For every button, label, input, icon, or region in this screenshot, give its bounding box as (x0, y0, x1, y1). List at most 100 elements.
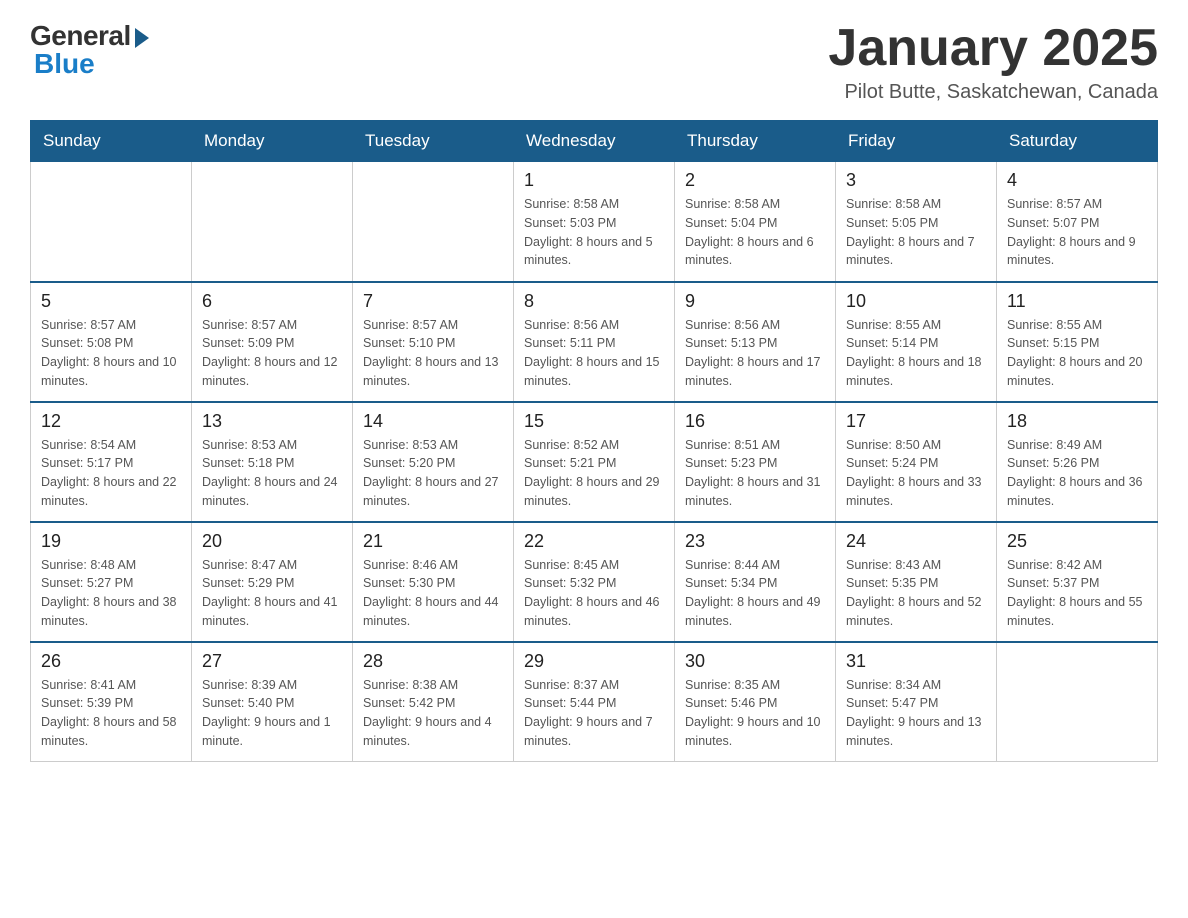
day-info: Sunrise: 8:35 AM Sunset: 5:46 PM Dayligh… (685, 676, 825, 751)
calendar-cell: 19Sunrise: 8:48 AM Sunset: 5:27 PM Dayli… (31, 522, 192, 642)
day-number: 30 (685, 651, 825, 672)
calendar-cell: 17 Sunrise: 8:50 AM Sunset: 5:24 PM Dayli… (836, 402, 997, 522)
day-number: 12 (41, 411, 181, 432)
calendar-cell: 14 Sunrise: 8:53 AM Sunset: 5:20 PM Dayli… (353, 402, 514, 522)
day-info: Sunrise: 8:52 AM Sunset: 5:21 PM Dayligh… (524, 436, 664, 511)
day-number: 24 (846, 531, 986, 552)
calendar-cell (997, 642, 1158, 762)
day-number: 16 (685, 411, 825, 432)
calendar-cell: 5 Sunrise: 8:57 AM Sunset: 5:08 PM Daylig… (31, 282, 192, 402)
day-number: 19 (41, 531, 181, 552)
calendar-cell: 3 Sunrise: 8:58 AM Sunset: 5:05 PM Daylig… (836, 162, 997, 282)
day-info: Sunrise: 8:57 AM Sunset: 5:09 PM Dayligh… (202, 316, 342, 391)
day-number: 11 (1007, 291, 1147, 312)
day-number: 9 (685, 291, 825, 312)
calendar-cell: 31Sunrise: 8:34 AM Sunset: 5:47 PM Dayli… (836, 642, 997, 762)
day-info: Sunrise: 8:49 AM Sunset: 5:26 PM Dayligh… (1007, 436, 1147, 511)
day-info: Sunrise: 8:57 AM Sunset: 5:10 PM Dayligh… (363, 316, 503, 391)
day-info: Sunrise: 8:58 AM Sunset: 5:03 PM Dayligh… (524, 195, 664, 270)
weekday-header-saturday: Saturday (997, 121, 1158, 162)
calendar-cell (192, 162, 353, 282)
title-block: January 2025 Pilot Butte, Saskatchewan, … (828, 20, 1158, 104)
day-number: 25 (1007, 531, 1147, 552)
day-info: Sunrise: 8:58 AM Sunset: 5:05 PM Dayligh… (846, 195, 986, 270)
day-info: Sunrise: 8:42 AM Sunset: 5:37 PM Dayligh… (1007, 556, 1147, 631)
weekday-header-thursday: Thursday (675, 121, 836, 162)
day-info: Sunrise: 8:56 AM Sunset: 5:13 PM Dayligh… (685, 316, 825, 391)
day-number: 3 (846, 170, 986, 191)
day-info: Sunrise: 8:44 AM Sunset: 5:34 PM Dayligh… (685, 556, 825, 631)
day-info: Sunrise: 8:46 AM Sunset: 5:30 PM Dayligh… (363, 556, 503, 631)
calendar-cell: 16Sunrise: 8:51 AM Sunset: 5:23 PM Dayli… (675, 402, 836, 522)
day-number: 29 (524, 651, 664, 672)
day-info: Sunrise: 8:57 AM Sunset: 5:07 PM Dayligh… (1007, 195, 1147, 270)
weekday-header-sunday: Sunday (31, 121, 192, 162)
day-info: Sunrise: 8:55 AM Sunset: 5:14 PM Dayligh… (846, 316, 986, 391)
day-number: 5 (41, 291, 181, 312)
day-number: 27 (202, 651, 342, 672)
day-number: 22 (524, 531, 664, 552)
calendar-cell: 21 Sunrise: 8:46 AM Sunset: 5:30 PM Dayli… (353, 522, 514, 642)
day-number: 28 (363, 651, 503, 672)
day-info: Sunrise: 8:50 AM Sunset: 5:24 PM Dayligh… (846, 436, 986, 511)
calendar-cell (353, 162, 514, 282)
day-info: Sunrise: 8:45 AM Sunset: 5:32 PM Dayligh… (524, 556, 664, 631)
calendar-cell: 22 Sunrise: 8:45 AM Sunset: 5:32 PM Dayli… (514, 522, 675, 642)
calendar-cell: 1 Sunrise: 8:58 AM Sunset: 5:03 PM Daylig… (514, 162, 675, 282)
day-info: Sunrise: 8:53 AM Sunset: 5:20 PM Dayligh… (363, 436, 503, 511)
calendar-body: 1 Sunrise: 8:58 AM Sunset: 5:03 PM Daylig… (31, 162, 1158, 762)
calendar-cell: 2 Sunrise: 8:58 AM Sunset: 5:04 PM Daylig… (675, 162, 836, 282)
weekday-header-tuesday: Tuesday (353, 121, 514, 162)
day-number: 20 (202, 531, 342, 552)
calendar-cell: 28 Sunrise: 8:38 AM Sunset: 5:42 PM Dayli… (353, 642, 514, 762)
day-number: 23 (685, 531, 825, 552)
calendar-cell: 25 Sunrise: 8:42 AM Sunset: 5:37 PM Dayli… (997, 522, 1158, 642)
calendar-table: SundayMondayTuesdayWednesdayThursdayFrid… (30, 120, 1158, 762)
calendar-cell: 20 Sunrise: 8:47 AM Sunset: 5:29 PM Dayli… (192, 522, 353, 642)
day-info: Sunrise: 8:58 AM Sunset: 5:04 PM Dayligh… (685, 195, 825, 270)
day-number: 26 (41, 651, 181, 672)
day-number: 21 (363, 531, 503, 552)
day-info: Sunrise: 8:57 AM Sunset: 5:08 PM Dayligh… (41, 316, 181, 391)
calendar-cell: 10 Sunrise: 8:55 AM Sunset: 5:14 PM Dayli… (836, 282, 997, 402)
day-number: 17 (846, 411, 986, 432)
calendar-week-2: 5 Sunrise: 8:57 AM Sunset: 5:08 PM Daylig… (31, 282, 1158, 402)
day-number: 4 (1007, 170, 1147, 191)
weekday-header-monday: Monday (192, 121, 353, 162)
page-header: General Blue January 2025 Pilot Butte, S… (30, 20, 1158, 104)
weekday-header-wednesday: Wednesday (514, 121, 675, 162)
calendar-cell: 7Sunrise: 8:57 AM Sunset: 5:10 PM Daylig… (353, 282, 514, 402)
calendar-title: January 2025 (828, 20, 1158, 77)
calendar-cell (31, 162, 192, 282)
calendar-cell: 24Sunrise: 8:43 AM Sunset: 5:35 PM Dayli… (836, 522, 997, 642)
logo-blue-text: Blue (34, 48, 95, 80)
weekday-header-friday: Friday (836, 121, 997, 162)
day-info: Sunrise: 8:56 AM Sunset: 5:11 PM Dayligh… (524, 316, 664, 391)
day-number: 2 (685, 170, 825, 191)
logo: General Blue (30, 20, 149, 80)
day-info: Sunrise: 8:38 AM Sunset: 5:42 PM Dayligh… (363, 676, 503, 751)
day-info: Sunrise: 8:39 AM Sunset: 5:40 PM Dayligh… (202, 676, 342, 751)
day-info: Sunrise: 8:55 AM Sunset: 5:15 PM Dayligh… (1007, 316, 1147, 391)
calendar-cell: 4 Sunrise: 8:57 AM Sunset: 5:07 PM Daylig… (997, 162, 1158, 282)
calendar-cell: 8Sunrise: 8:56 AM Sunset: 5:11 PM Daylig… (514, 282, 675, 402)
day-number: 15 (524, 411, 664, 432)
weekday-header-row: SundayMondayTuesdayWednesdayThursdayFrid… (31, 121, 1158, 162)
day-number: 14 (363, 411, 503, 432)
calendar-cell: 11 Sunrise: 8:55 AM Sunset: 5:15 PM Dayli… (997, 282, 1158, 402)
calendar-cell: 12Sunrise: 8:54 AM Sunset: 5:17 PM Dayli… (31, 402, 192, 522)
calendar-cell: 18Sunrise: 8:49 AM Sunset: 5:26 PM Dayli… (997, 402, 1158, 522)
calendar-cell: 9 Sunrise: 8:56 AM Sunset: 5:13 PM Daylig… (675, 282, 836, 402)
calendar-cell: 29 Sunrise: 8:37 AM Sunset: 5:44 PM Dayli… (514, 642, 675, 762)
day-info: Sunrise: 8:37 AM Sunset: 5:44 PM Dayligh… (524, 676, 664, 751)
calendar-week-4: 19Sunrise: 8:48 AM Sunset: 5:27 PM Dayli… (31, 522, 1158, 642)
calendar-header: SundayMondayTuesdayWednesdayThursdayFrid… (31, 121, 1158, 162)
day-info: Sunrise: 8:41 AM Sunset: 5:39 PM Dayligh… (41, 676, 181, 751)
calendar-week-5: 26 Sunrise: 8:41 AM Sunset: 5:39 PM Dayli… (31, 642, 1158, 762)
day-number: 10 (846, 291, 986, 312)
day-number: 1 (524, 170, 664, 191)
logo-arrow-icon (135, 28, 149, 48)
day-info: Sunrise: 8:53 AM Sunset: 5:18 PM Dayligh… (202, 436, 342, 511)
day-info: Sunrise: 8:47 AM Sunset: 5:29 PM Dayligh… (202, 556, 342, 631)
day-info: Sunrise: 8:34 AM Sunset: 5:47 PM Dayligh… (846, 676, 986, 751)
